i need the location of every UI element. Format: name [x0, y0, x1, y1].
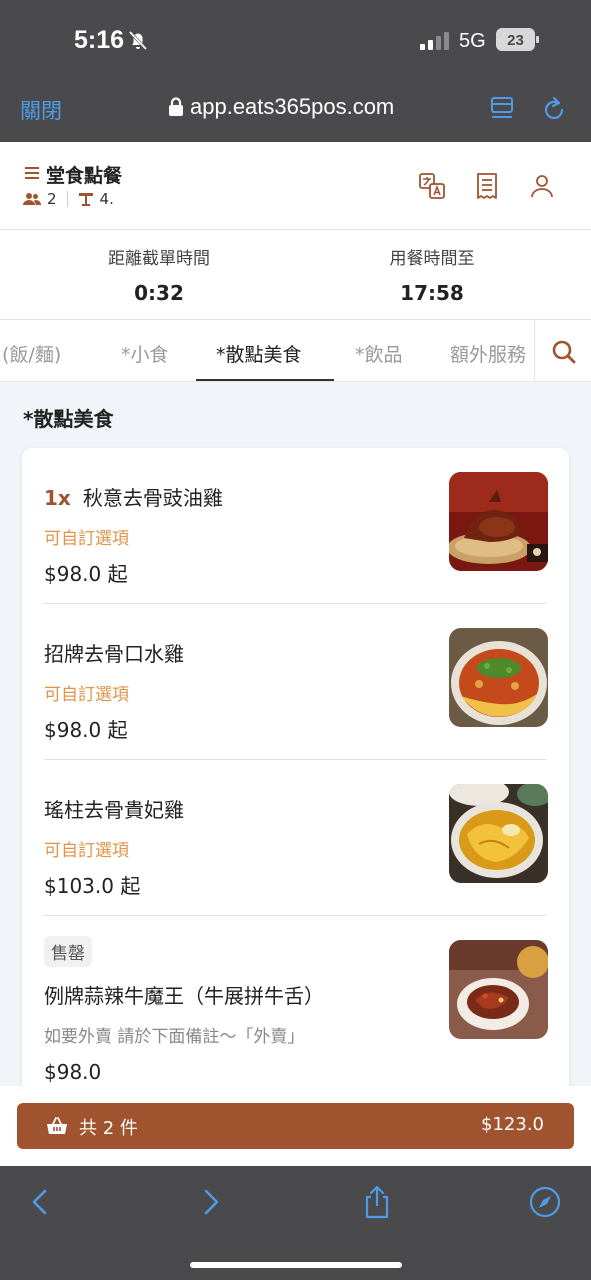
view-cart-button[interactable]: 共 2 件 $123.0 [17, 1103, 574, 1149]
battery-level: 23 [507, 32, 524, 49]
cutoff-timer: 距離截單時間 0:32 [49, 244, 269, 305]
cart-bar: 共 2 件 $123.0 [0, 1086, 591, 1166]
order-timers: 距離截單時間 0:32 用餐時間至 17:58 [0, 230, 591, 320]
menu-item[interactable]: 招牌去骨口水雞 可自訂選項 $98.0 起 [44, 604, 548, 760]
tab-rice-noodles[interactable]: (飯/麵) [2, 340, 61, 367]
browser-toolbar: 關閉 app.eats365pos.com [0, 80, 591, 142]
bell-slash-icon [128, 30, 148, 51]
reload-icon[interactable] [541, 95, 567, 123]
category-search-button[interactable] [534, 320, 591, 381]
conpoy-chicken-photo [449, 784, 548, 883]
signal-icon [420, 32, 449, 50]
item-price: $98.0 起 [44, 562, 128, 586]
soy-chicken-photo [449, 472, 548, 571]
cutoff-value: 0:32 [134, 281, 184, 305]
tab-drinks[interactable]: *飲品 [355, 340, 403, 367]
home-indicator [190, 1262, 402, 1268]
network-type: 5G [459, 30, 486, 52]
status-bar: 5:16 5G 23 [0, 0, 591, 80]
item-price: $98.0 [44, 1060, 102, 1084]
sold-out-badge: 售罄 [44, 936, 92, 967]
browser-bottom-toolbar [0, 1166, 591, 1280]
status-time: 5:16 [74, 26, 125, 54]
category-tabs: (飯/麵) *小食 *散點美食 *飲品 額外服務 [0, 320, 591, 382]
table-number: 4. [99, 190, 114, 208]
menu-icon[interactable] [25, 166, 39, 180]
item-name-row: 1x 秋意去骨豉油雞 [44, 482, 223, 511]
url-text: app.eats365pos.com [190, 94, 395, 119]
item-price: $98.0 起 [44, 718, 128, 742]
translate-icon[interactable] [418, 172, 446, 200]
dining-until: 用餐時間至 17:58 [322, 244, 542, 305]
item-name: 瑤柱去骨貴妃雞 [44, 798, 184, 822]
dining-until-value: 17:58 [400, 281, 464, 305]
tabs-icon[interactable] [490, 96, 514, 122]
meta-divider [66, 191, 68, 207]
share-icon[interactable] [359, 1184, 395, 1220]
order-meta: 2 4. [23, 190, 114, 208]
section-title: *散點美食 [23, 407, 114, 431]
user-icon[interactable] [528, 172, 556, 200]
cart-total: $123.0 [481, 1114, 544, 1135]
compass-icon[interactable] [527, 1184, 563, 1220]
item-name: 例牌蒜辣牛魔王（牛展拼牛舌） [44, 984, 324, 1008]
menu-item[interactable]: 售罄 例牌蒜辣牛魔王（牛展拼牛舌） 如要外賣 請於下面備註～「外賣」 $98.0 [44, 916, 548, 1084]
tab-a-la-carte[interactable]: *散點美食 [216, 340, 302, 367]
cart-item-count: 共 2 件 [79, 1118, 138, 1139]
lock-icon [169, 97, 183, 116]
close-button[interactable]: 關閉 [20, 95, 62, 125]
item-price: $103.0 起 [44, 874, 141, 898]
item-option: 可自訂選項 [44, 529, 129, 549]
active-tab-indicator [196, 379, 334, 381]
beef-shank-tongue-photo [449, 940, 548, 1039]
item-option: 可自訂選項 [44, 841, 129, 861]
guest-count: 2 [47, 190, 57, 208]
mouthwatering-chicken-photo [449, 628, 548, 727]
basket-icon [47, 1117, 67, 1134]
dining-until-label: 用餐時間至 [389, 249, 475, 269]
battery-icon: 23 [496, 28, 539, 51]
menu-item[interactable]: 1x 秋意去骨豉油雞 可自訂選項 $98.0 起 [44, 448, 548, 604]
back-icon[interactable] [22, 1184, 58, 1220]
app-header: 堂食點餐 2 4. [0, 142, 591, 230]
item-note: 如要外賣 請於下面備註～「外賣」 [44, 1027, 305, 1047]
search-icon [552, 340, 576, 364]
item-option: 可自訂選項 [44, 685, 129, 705]
page-content: 堂食點餐 2 4. 距離截單時間 0:32 用餐時間至 17:58 (飯/麵) … [0, 142, 591, 1166]
item-name: 秋意去骨豉油雞 [82, 486, 223, 510]
item-name: 招牌去骨口水雞 [44, 642, 184, 666]
tab-snacks[interactable]: *小食 [121, 340, 169, 367]
menu-item[interactable]: 瑤柱去骨貴妃雞 可自訂選項 $103.0 起 [44, 760, 548, 916]
forward-icon[interactable] [193, 1184, 229, 1220]
menu-item-list: 1x 秋意去骨豉油雞 可自訂選項 $98.0 起 招牌去骨口水雞 可自訂選項 $… [22, 448, 569, 1166]
address-bar[interactable]: app.eats365pos.com [168, 94, 394, 120]
receipt-icon[interactable] [473, 172, 501, 200]
guests-icon [23, 193, 41, 205]
page-title: 堂食點餐 [46, 165, 123, 187]
table-icon [78, 193, 93, 206]
tab-extra-services[interactable]: 額外服務 [450, 340, 526, 367]
item-quantity: 1x [44, 486, 71, 510]
cutoff-label: 距離截單時間 [108, 249, 210, 269]
